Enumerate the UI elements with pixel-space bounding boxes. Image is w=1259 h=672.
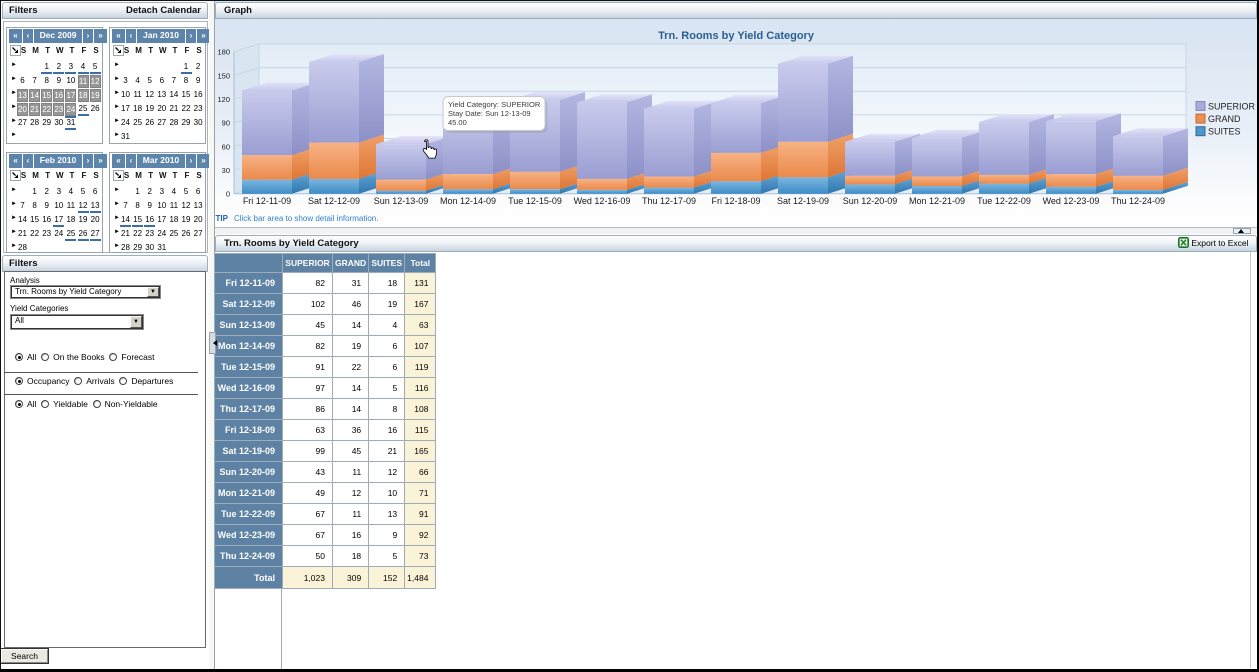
svg-text:Sat 12-19-09: Sat 12-19-09 [777,196,829,206]
svg-text:Yield Category: SUPERIOR: Yield Category: SUPERIOR [448,100,541,109]
svg-text:Sun 12-20-09: Sun 12-20-09 [843,196,898,206]
svg-text:Thu 12-24-09: Thu 12-24-09 [1111,196,1165,206]
svg-text:Mon 12-21-09: Mon 12-21-09 [909,196,965,206]
svg-text:180: 180 [217,48,230,57]
svg-text:Fri 12-18-09: Fri 12-18-09 [711,196,760,206]
svg-text:0: 0 [226,190,230,199]
svg-text:Stay Date: Sun 12-13-09: Stay Date: Sun 12-13-09 [448,109,531,118]
svg-text:Tue 12-15-09: Tue 12-15-09 [508,196,562,206]
svg-text:Mon 12-14-09: Mon 12-14-09 [440,196,496,206]
svg-text:GRAND: GRAND [1208,114,1241,124]
svg-text:Tue 12-22-09: Tue 12-22-09 [977,196,1031,206]
svg-text:90: 90 [222,119,230,128]
svg-text:30: 30 [222,166,230,175]
svg-text:Wed 12-23-09: Wed 12-23-09 [1043,196,1100,206]
svg-text:Sun 12-13-09: Sun 12-13-09 [374,196,429,206]
svg-text:Fri 12-11-09: Fri 12-11-09 [243,196,291,206]
svg-text:60: 60 [222,142,230,151]
svg-text:45.00: 45.00 [448,118,467,127]
svg-text:120: 120 [217,95,230,104]
svg-text:SUITES: SUITES [1208,127,1241,137]
svg-text:SUPERIOR: SUPERIOR [1208,102,1256,112]
svg-text:Sat 12-12-09: Sat 12-12-09 [308,196,360,206]
svg-text:150: 150 [217,71,230,80]
svg-text:Wed 12-16-09: Wed 12-16-09 [574,196,631,206]
svg-text:Thu 12-17-09: Thu 12-17-09 [642,196,696,206]
